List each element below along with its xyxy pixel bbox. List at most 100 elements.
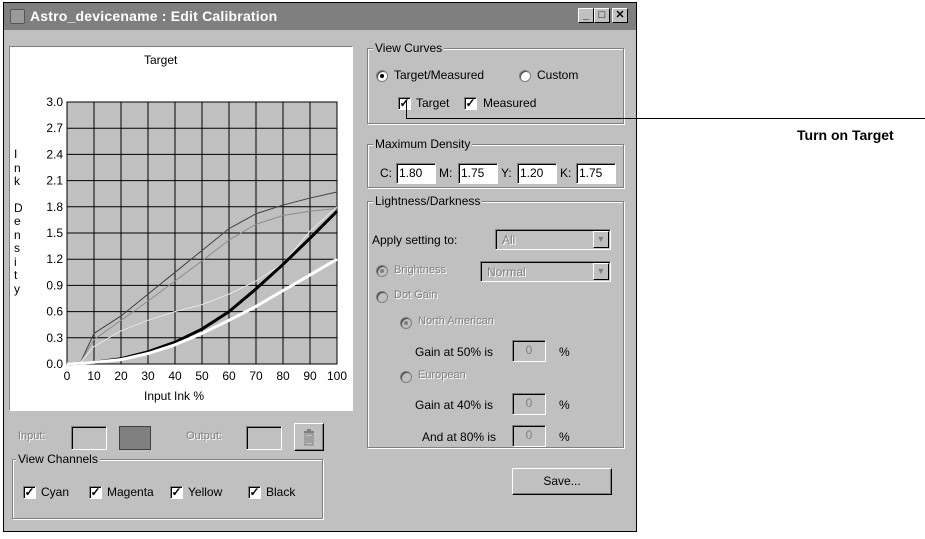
dot-gain-radio[interactable] <box>376 291 388 303</box>
y-axis-letter: t <box>14 268 18 282</box>
chevron-down-icon[interactable]: ▼ <box>593 263 609 280</box>
y-tick-label: 1.8 <box>46 200 63 214</box>
y-tick-label: 0.9 <box>46 278 63 292</box>
close-button[interactable]: ✕ <box>612 8 628 23</box>
gain-50-label: Gain at 50% is <box>415 345 494 359</box>
european-label[interactable]: European <box>418 369 466 381</box>
x-tick-label: 90 <box>303 369 317 383</box>
gain-40-percent: % <box>559 398 570 412</box>
y-tick-label: 0.6 <box>46 305 63 319</box>
x-tick-label: 80 <box>276 369 290 383</box>
maximize-button[interactable]: □ <box>594 8 610 23</box>
x-tick-label: 60 <box>222 369 236 383</box>
color-swatch <box>119 426 151 450</box>
brightness-label[interactable]: Brightness <box>394 264 446 276</box>
brightness-radio[interactable] <box>376 265 388 277</box>
input-field[interactable] <box>71 426 107 450</box>
target-measured-label[interactable]: Target/Measured <box>394 68 484 82</box>
yellow-checkbox[interactable]: ✓ <box>170 486 183 499</box>
view-curves-legend: View Curves <box>373 41 445 55</box>
y-label: Y: <box>501 166 512 180</box>
app-icon[interactable] <box>10 9 25 24</box>
y-tick-label: 1.2 <box>46 252 63 266</box>
m-label: M: <box>439 166 453 180</box>
y-axis-letter: D <box>14 200 23 215</box>
callout-line <box>416 118 925 119</box>
north-american-label[interactable]: North American <box>418 315 494 327</box>
gain-40-field[interactable]: 0 <box>512 393 546 415</box>
minimize-button[interactable]: _ <box>578 8 594 23</box>
apply-setting-value: All <box>502 233 516 247</box>
y-axis-letter: e <box>14 214 21 228</box>
and-80-percent: % <box>559 430 570 444</box>
m-density-field[interactable]: 1.75 <box>458 163 498 184</box>
k-density-field[interactable]: 1.75 <box>576 163 616 184</box>
c-density-field[interactable]: 1.80 <box>396 163 436 184</box>
k-label: K: <box>560 166 572 180</box>
y-tick-label: 2.7 <box>46 121 63 135</box>
x-tick-label: 70 <box>249 369 263 383</box>
view-channels-legend: View Channels <box>16 452 100 466</box>
delete-point-button[interactable] <box>294 423 324 451</box>
x-tick-label: 10 <box>87 369 101 383</box>
magenta-checkbox[interactable]: ✓ <box>89 486 102 499</box>
calibration-chart: 3.0 2.7 2.4 2.1 1.8 1.5 1.2 0.9 0.6 0.3 0.0 0 10 20 3… <box>46 95 347 383</box>
y-axis-letter: y <box>14 281 20 296</box>
cyan-label[interactable]: Cyan <box>41 485 69 499</box>
cyan-checkbox[interactable]: ✓ <box>23 486 36 499</box>
y-tick-label: 0.3 <box>46 331 63 345</box>
y-tick-label: 1.5 <box>46 226 63 240</box>
gain-50-percent: % <box>559 345 570 359</box>
and-80-field[interactable]: 0 <box>512 425 546 447</box>
measured-checkbox[interactable]: ✓ <box>464 97 477 110</box>
measured-check-label[interactable]: Measured <box>483 96 536 110</box>
target-measured-radio[interactable] <box>376 70 388 82</box>
dot-gain-label[interactable]: Dot Gain <box>394 289 437 301</box>
black-label[interactable]: Black <box>266 485 295 499</box>
y-tick-label: 2.4 <box>46 147 63 161</box>
gain-50-field[interactable]: 0 <box>512 340 546 362</box>
custom-radio[interactable] <box>519 70 531 82</box>
yellow-label[interactable]: Yellow <box>188 485 222 499</box>
lightness-darkness-legend: Lightness/Darkness <box>373 194 483 208</box>
brightness-value: Normal <box>487 265 526 279</box>
magenta-label[interactable]: Magenta <box>107 485 154 499</box>
callout-text: Turn on Target <box>797 127 894 143</box>
black-checkbox[interactable]: ✓ <box>248 486 261 499</box>
edit-calibration-window: Astro_devicename : Edit Calibration _ □ … <box>3 2 637 532</box>
window-title: Astro_devicename : Edit Calibration <box>30 8 278 24</box>
x-tick-label: 100 <box>327 369 347 383</box>
x-tick-label: 0 <box>64 369 71 383</box>
output-field[interactable] <box>246 426 282 450</box>
chevron-down-icon[interactable]: ▼ <box>593 231 609 248</box>
save-button[interactable]: Save... <box>512 468 612 495</box>
c-label: C: <box>380 166 392 180</box>
y-axis-letter: k <box>14 174 20 188</box>
north-american-radio[interactable] <box>400 317 412 329</box>
title-bar[interactable]: Astro_devicename : Edit Calibration _ □ … <box>4 3 636 30</box>
y-axis-letter: n <box>14 227 21 242</box>
callout-bracket <box>406 101 416 119</box>
y-tick-label: 2.1 <box>46 174 63 188</box>
y-density-field[interactable]: 1.20 <box>517 163 557 184</box>
x-tick-label: 40 <box>168 369 182 383</box>
y-axis-letter: I <box>14 147 18 161</box>
x-tick-label: 20 <box>114 369 128 383</box>
output-label: Output: <box>186 430 223 442</box>
x-tick-label: 50 <box>195 369 209 383</box>
custom-label[interactable]: Custom <box>537 68 578 82</box>
input-label: Input: <box>18 430 46 442</box>
apply-setting-label: Apply setting to: <box>372 233 458 247</box>
trash-icon <box>304 429 314 446</box>
y-axis-label: InkDensity <box>14 147 24 296</box>
apply-setting-select[interactable]: All ▼ <box>495 229 611 250</box>
x-axis-label: Input Ink % <box>144 389 205 403</box>
european-radio[interactable] <box>400 371 412 383</box>
y-tick-label: 0.0 <box>46 357 63 371</box>
y-tick-label: 3.0 <box>46 95 63 109</box>
and-80-label: And at 80% is <box>422 430 497 444</box>
y-axis-letter: i <box>14 254 17 269</box>
target-check-label[interactable]: Target <box>416 96 449 110</box>
y-axis-letter: s <box>14 241 20 255</box>
brightness-select[interactable]: Normal ▼ <box>480 261 611 282</box>
